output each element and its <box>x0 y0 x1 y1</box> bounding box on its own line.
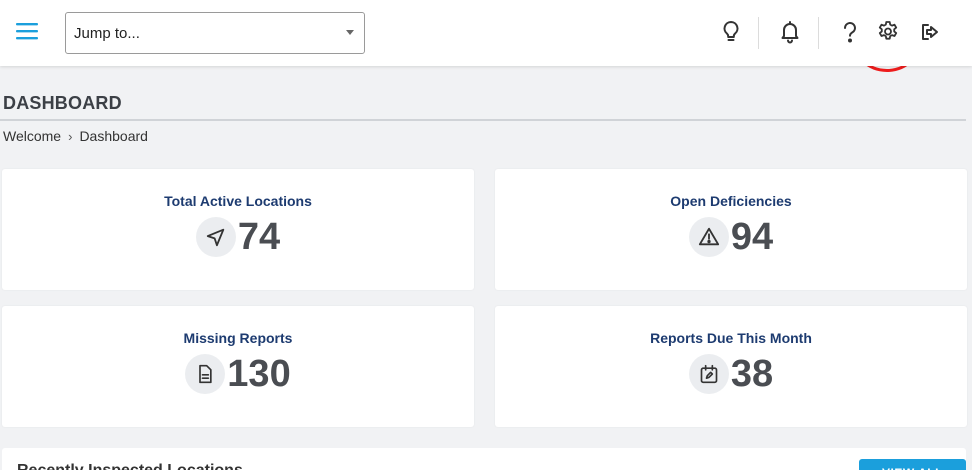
stat-card-reports-due-this-month[interactable]: Reports Due This Month 38 <box>495 306 967 427</box>
recent-locations-title: Recently Inspected Locations <box>17 462 243 470</box>
jump-to-text: Jump to... <box>74 24 140 42</box>
stat-label: Open Deficiencies <box>670 193 792 209</box>
stat-card-total-active-locations[interactable]: Total Active Locations 74 <box>2 169 474 290</box>
stat-value: 38 <box>730 353 774 395</box>
document-icon <box>185 354 226 394</box>
view-all-button[interactable]: VIEW ALL <box>859 459 966 470</box>
stat-value: 94 <box>730 216 774 258</box>
top-bar: Jump to... <box>0 0 972 66</box>
stat-label: Reports Due This Month <box>650 330 812 346</box>
logout-icon[interactable] <box>918 19 942 45</box>
stat-card-missing-reports[interactable]: Missing Reports 130 <box>2 306 474 427</box>
recent-locations-panel: Recently Inspected Locations <box>2 448 966 470</box>
navigation-arrow-icon <box>195 217 236 257</box>
title-divider <box>0 119 966 121</box>
menu-icon[interactable] <box>15 21 39 41</box>
caret-down-icon <box>346 30 354 35</box>
stat-label: Total Active Locations <box>164 193 312 209</box>
chevron-right-icon: › <box>68 128 73 144</box>
toolbar-divider <box>818 17 819 49</box>
help-icon[interactable] <box>838 19 862 45</box>
warning-triangle-icon <box>688 217 729 257</box>
stat-card-open-deficiencies[interactable]: Open Deficiencies 94 <box>495 169 967 290</box>
stat-value: 74 <box>237 216 281 258</box>
breadcrumb-welcome[interactable]: Welcome <box>3 128 61 144</box>
jump-to-select[interactable]: Jump to... <box>65 12 365 54</box>
calendar-edit-icon <box>688 354 729 394</box>
bell-icon[interactable] <box>778 19 802 45</box>
page-title: DASHBOARD <box>3 93 122 113</box>
stat-value: 130 <box>227 353 291 395</box>
gear-icon[interactable] <box>876 19 900 45</box>
lightbulb-icon[interactable] <box>719 19 743 45</box>
toolbar-divider <box>758 17 759 49</box>
breadcrumb-dashboard: Dashboard <box>79 128 148 144</box>
breadcrumb: Welcome › Dashboard <box>3 128 148 144</box>
stat-label: Missing Reports <box>183 330 293 346</box>
